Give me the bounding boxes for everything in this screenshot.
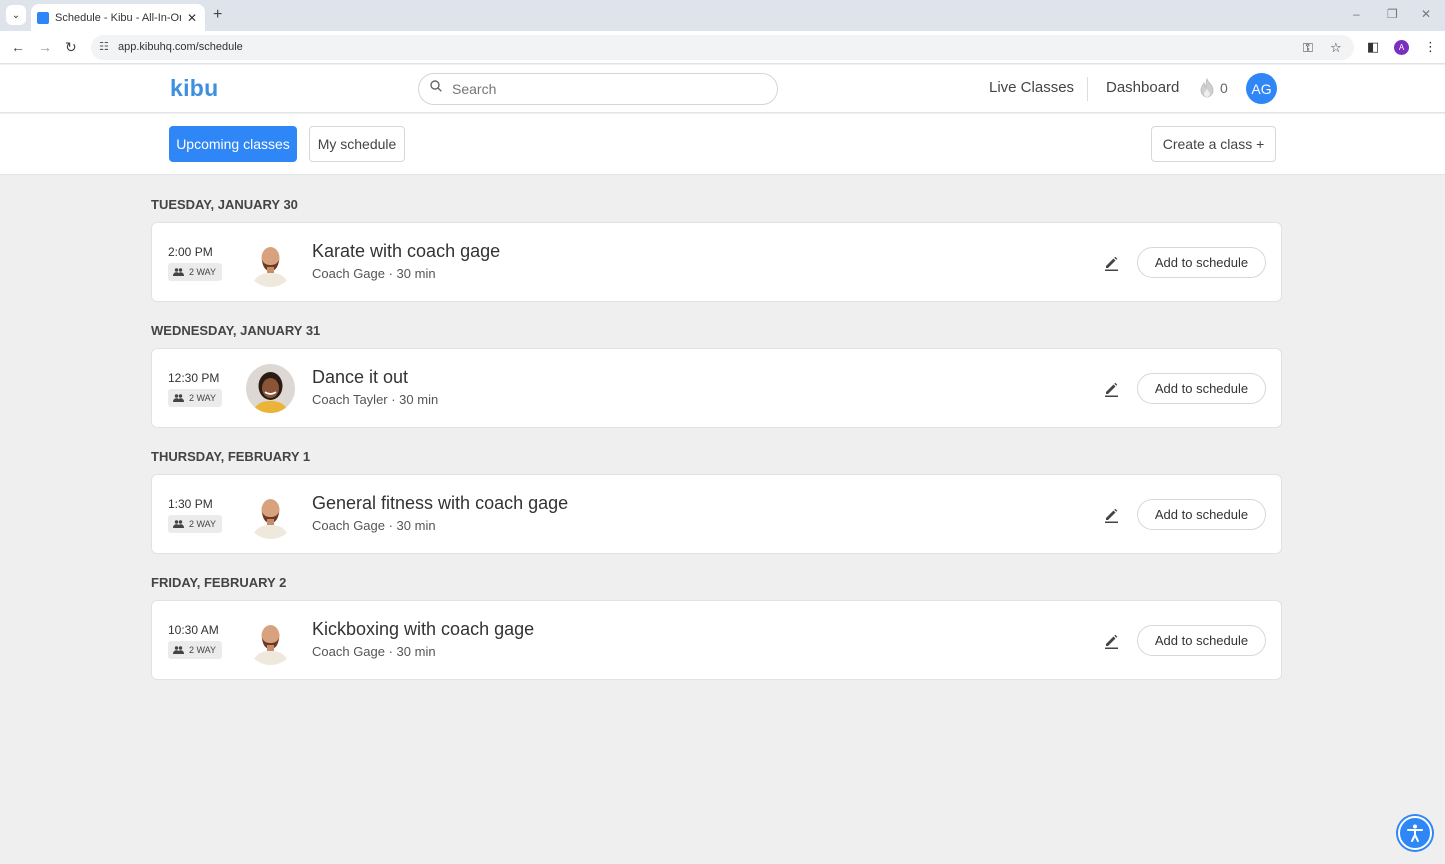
close-window-icon[interactable]: ✕ bbox=[1421, 7, 1431, 21]
url-text[interactable]: app.kibuhq.com/schedule bbox=[118, 41, 243, 53]
class-title[interactable]: Dance it out bbox=[312, 367, 408, 388]
browser-tab[interactable]: Schedule - Kibu - All-In-One Pl ✕ bbox=[31, 4, 205, 31]
class-coach-duration: Coach Gage · 30 min bbox=[312, 644, 436, 659]
new-tab-button[interactable]: + bbox=[213, 6, 222, 24]
class-time: 10:30 AM bbox=[168, 623, 219, 637]
reload-icon[interactable]: ↻ bbox=[65, 39, 77, 56]
day-group: TUESDAY, JANUARY 30 2:00 PM 2 WAY Karate… bbox=[151, 176, 1282, 302]
minimize-icon[interactable]: – bbox=[1353, 7, 1360, 21]
create-class-button[interactable]: Create a class + bbox=[1151, 126, 1276, 162]
app-header: kibu Live Classes Dashboard 0 AG bbox=[0, 65, 1445, 113]
day-group: FRIDAY, FEBRUARY 2 10:30 AM 2 WAY Kickbo… bbox=[151, 554, 1282, 680]
close-icon[interactable]: ✕ bbox=[187, 11, 197, 25]
nav-divider bbox=[1087, 77, 1088, 101]
side-panel-icon[interactable]: ◧ bbox=[1367, 39, 1379, 55]
class-coach-duration: Coach Tayler · 30 min bbox=[312, 392, 439, 407]
tab-search-button[interactable]: ⌄ bbox=[6, 5, 26, 25]
class-card[interactable]: 12:30 PM 2 WAY Dance it out Coach Tayler… bbox=[151, 348, 1282, 428]
class-card[interactable]: 1:30 PM 2 WAY General fitness with coach… bbox=[151, 474, 1282, 554]
restore-icon[interactable]: ❐ bbox=[1387, 7, 1398, 21]
edit-pencil-icon[interactable] bbox=[1102, 380, 1120, 398]
streak-count: 0 bbox=[1220, 80, 1228, 96]
streak-counter[interactable]: 0 bbox=[1198, 78, 1228, 98]
back-icon[interactable]: ← bbox=[11, 39, 25, 55]
chevron-down-icon: ⌄ bbox=[11, 9, 21, 21]
day-heading: THURSDAY, FEBRUARY 1 bbox=[151, 449, 311, 464]
coach-avatar bbox=[246, 238, 295, 287]
add-to-schedule-button[interactable]: Add to schedule bbox=[1137, 247, 1266, 278]
day-heading: FRIDAY, FEBRUARY 2 bbox=[151, 575, 287, 590]
nav-dashboard[interactable]: Dashboard bbox=[1106, 79, 1179, 96]
coach-avatar bbox=[246, 616, 295, 665]
class-card[interactable]: 2:00 PM 2 WAY Karate with coach gage Coa… bbox=[151, 222, 1282, 302]
add-to-schedule-button[interactable]: Add to schedule bbox=[1137, 499, 1266, 530]
day-group: WEDNESDAY, JANUARY 31 12:30 PM 2 WAY Dan… bbox=[151, 302, 1282, 428]
browser-profile-avatar[interactable]: A bbox=[1394, 40, 1409, 55]
class-time: 1:30 PM bbox=[168, 497, 213, 511]
browser-toolbar: ← → ↻ ☷ app.kibuhq.com/schedule ⚿ ☆ ◧ ⋮ bbox=[0, 31, 1445, 64]
tab-my-schedule[interactable]: My schedule bbox=[309, 126, 405, 162]
browser-tab-strip: ⌄ Schedule - Kibu - All-In-One Pl ✕ + – … bbox=[0, 0, 1445, 31]
user-avatar[interactable]: AG bbox=[1246, 73, 1277, 104]
class-coach-duration: Coach Gage · 30 min bbox=[312, 518, 436, 533]
nav-live-classes[interactable]: Live Classes bbox=[989, 79, 1074, 96]
people-icon bbox=[173, 268, 184, 276]
add-to-schedule-button[interactable]: Add to schedule bbox=[1137, 625, 1266, 656]
kibu-favicon-icon bbox=[37, 11, 49, 24]
badge-label: 2 WAY bbox=[189, 519, 217, 529]
coach-avatar bbox=[246, 364, 295, 413]
people-icon bbox=[173, 646, 184, 654]
day-heading: WEDNESDAY, JANUARY 31 bbox=[151, 323, 321, 338]
accessibility-icon bbox=[1407, 824, 1423, 842]
address-bar[interactable]: ☷ app.kibuhq.com/schedule ⚿ ☆ bbox=[91, 35, 1354, 60]
people-icon bbox=[173, 520, 184, 528]
more-menu-icon[interactable]: ⋮ bbox=[1424, 39, 1437, 55]
edit-pencil-icon[interactable] bbox=[1102, 254, 1120, 272]
coach-avatar bbox=[246, 490, 295, 539]
class-title[interactable]: Karate with coach gage bbox=[312, 241, 500, 262]
session-type-badge: 2 WAY bbox=[168, 263, 222, 281]
search-input[interactable] bbox=[452, 79, 752, 99]
session-type-badge: 2 WAY bbox=[168, 389, 222, 407]
session-type-badge: 2 WAY bbox=[168, 515, 222, 533]
session-type-badge: 2 WAY bbox=[168, 641, 222, 659]
class-title[interactable]: Kickboxing with coach gage bbox=[312, 619, 534, 640]
class-time: 2:00 PM bbox=[168, 245, 213, 259]
add-to-schedule-button[interactable]: Add to schedule bbox=[1137, 373, 1266, 404]
day-heading: TUESDAY, JANUARY 30 bbox=[151, 197, 298, 212]
day-group: THURSDAY, FEBRUARY 1 1:30 PM 2 WAY Gener… bbox=[151, 428, 1282, 554]
class-time: 12:30 PM bbox=[168, 371, 220, 385]
class-card[interactable]: 10:30 AM 2 WAY Kickboxing with coach gag… bbox=[151, 600, 1282, 680]
edit-pencil-icon[interactable] bbox=[1102, 506, 1120, 524]
badge-label: 2 WAY bbox=[189, 267, 217, 277]
accessibility-button[interactable] bbox=[1398, 816, 1432, 850]
kibu-logo[interactable]: kibu bbox=[170, 75, 218, 102]
schedule-list: TUESDAY, JANUARY 30 2:00 PM 2 WAY Karate… bbox=[151, 176, 1282, 680]
site-info-icon[interactable]: ☷ bbox=[99, 40, 109, 53]
class-coach-duration: Coach Gage · 30 min bbox=[312, 266, 436, 281]
tab-title: Schedule - Kibu - All-In-One Pl bbox=[55, 11, 181, 24]
class-title[interactable]: General fitness with coach gage bbox=[312, 493, 568, 514]
badge-label: 2 WAY bbox=[189, 645, 217, 655]
search-box[interactable] bbox=[418, 73, 778, 105]
people-icon bbox=[173, 394, 184, 402]
forward-icon[interactable]: → bbox=[38, 39, 52, 55]
tab-upcoming-classes[interactable]: Upcoming classes bbox=[169, 126, 297, 162]
bookmark-star-icon[interactable]: ☆ bbox=[1330, 40, 1342, 56]
badge-label: 2 WAY bbox=[189, 393, 217, 403]
edit-pencil-icon[interactable] bbox=[1102, 632, 1120, 650]
password-key-icon[interactable]: ⚿ bbox=[1303, 40, 1313, 56]
search-icon bbox=[430, 80, 442, 92]
flame-icon bbox=[1200, 78, 1214, 98]
schedule-toolbar: Upcoming classes My schedule Create a cl… bbox=[0, 114, 1445, 175]
